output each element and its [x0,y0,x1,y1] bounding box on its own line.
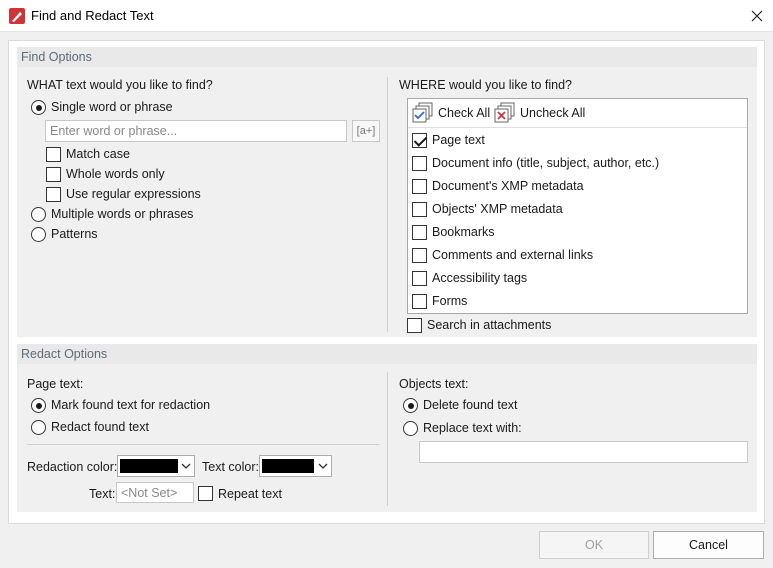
regex-label: Use regular expressions [66,187,201,201]
patterns-label: Patterns [51,227,98,241]
text-color-swatch [262,459,314,473]
replace-text-input[interactable] [419,441,748,463]
list-item-label: Bookmarks [432,225,495,239]
window-title: Find and Redact Text [31,8,154,23]
where-label: WHERE would you like to find? [399,78,572,92]
text-color-dropdown[interactable] [259,455,332,477]
search-input[interactable]: Enter word or phrase... [45,120,347,142]
redaction-text-input[interactable]: <Not Set> [116,482,194,503]
find-options-group: WHAT text would you like to find? Single… [17,67,757,337]
list-item[interactable]: Document's XMP metadata [408,176,747,199]
mark-found-label: Mark found text for redaction [51,398,211,412]
text-color-label: Text color: [202,460,259,474]
dialog-body: Find Options WHAT text would you like to… [8,40,765,524]
multiple-words-label: Multiple words or phrases [51,207,194,221]
replace-text-label: Replace text with: [423,421,522,435]
bookmarks-checkbox[interactable] [412,225,427,240]
list-item-label: Comments and external links [432,248,594,262]
document-xmp-checkbox[interactable] [412,179,427,194]
list-item[interactable]: Accessibility tags [408,268,747,291]
cancel-button[interactable]: Cancel [653,531,764,559]
match-case-checkbox[interactable] [46,147,61,162]
list-item-label: Document info (title, subject, author, e… [432,156,660,170]
single-word-label: Single word or phrase [51,100,173,114]
list-item[interactable]: Document info (title, subject, author, e… [408,153,747,176]
uncheck-all-icon [494,102,515,123]
whole-words-label: Whole words only [66,167,165,181]
check-all-button[interactable]: Check All [412,102,494,124]
redact-found-label: Redact found text [51,420,149,434]
replace-text-radio[interactable] [403,421,418,436]
redact-found-radio[interactable] [31,420,46,435]
list-item[interactable]: Bookmarks [408,222,747,245]
objects-text-label: Objects text: [399,377,469,391]
match-case-label: Match case [66,147,130,161]
search-attachments-checkbox[interactable] [407,318,422,333]
whole-words-checkbox[interactable] [46,167,61,182]
redaction-color-swatch [120,459,178,473]
multiple-words-radio[interactable] [31,207,46,222]
redact-options-header: Redact Options [17,344,757,364]
what-label: WHAT text would you like to find? [27,78,213,92]
accessibility-checkbox[interactable] [412,271,427,286]
listbox-toolbar: Check All Uncheck All [408,99,747,128]
list-item-label: Objects' XMP metadata [432,202,563,216]
redaction-color-dropdown[interactable] [117,455,195,477]
list-item-label: Page text [432,133,485,147]
forms-checkbox[interactable] [412,294,427,309]
list-item[interactable]: Objects' XMP metadata [408,199,747,222]
delete-found-label: Delete found text [423,398,518,412]
list-item[interactable]: Page text [408,130,747,153]
column-divider [387,77,388,332]
list-item[interactable]: Comments and external links [408,245,747,268]
comments-checkbox[interactable] [412,248,427,263]
list-item-label: Forms [432,294,468,308]
list-item-label: Accessibility tags [432,271,528,285]
list-item-label: Document's XMP metadata [432,179,584,193]
page-text-checkbox[interactable] [412,133,427,148]
expand-button[interactable]: [a+] [352,120,380,142]
redaction-color-label: Redaction color: [27,460,118,474]
repeat-text-label: Repeat text [218,487,282,501]
single-word-radio[interactable] [31,100,46,115]
app-logo-icon [9,8,25,24]
search-attachments-label: Search in attachments [427,318,552,332]
document-info-checkbox[interactable] [412,156,427,171]
page-text-label: Page text: [27,377,84,391]
close-button[interactable] [744,4,770,28]
redact-options-group: Page text: Mark found text for redaction… [17,364,757,512]
column-divider [387,372,388,506]
close-icon [751,10,763,22]
list-item[interactable]: Forms [408,291,747,314]
chevron-down-icon [181,463,191,469]
uncheck-all-button[interactable]: Uncheck All [494,102,588,124]
repeat-text-checkbox[interactable] [198,486,213,501]
divider [27,444,379,445]
title-bar: Find and Redact Text [0,0,773,32]
where-listbox: Check All Uncheck All Page text Document… [407,98,748,314]
chevron-down-icon [318,463,328,469]
find-options-header: Find Options [17,47,757,67]
objects-xmp-checkbox[interactable] [412,202,427,217]
uncheck-all-label: Uncheck All [520,106,586,120]
text-label: Text: [89,487,116,501]
patterns-radio[interactable] [31,227,46,242]
ok-button[interactable]: OK [539,531,649,559]
check-all-label: Check All [438,106,491,120]
mark-found-radio[interactable] [31,398,46,413]
check-all-icon [412,102,433,123]
delete-found-radio[interactable] [403,398,418,413]
regex-checkbox[interactable] [46,187,61,202]
